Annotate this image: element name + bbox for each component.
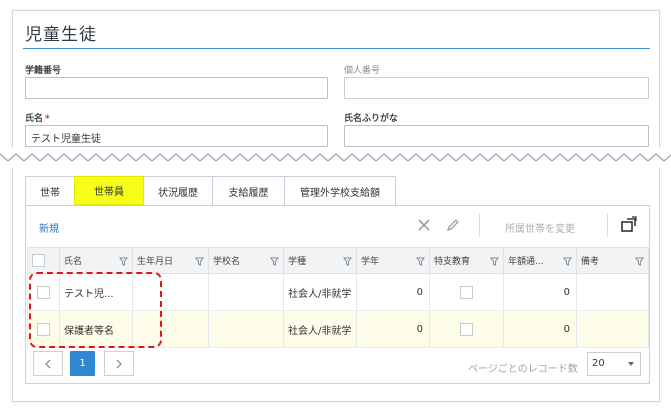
column-header-label: 学種 [288,257,307,267]
column-header-label: 特支教育 [434,257,471,267]
cell-type: 社会人/非就学 [283,310,357,348]
page-title: 児童生徒 [25,25,97,45]
row-checkbox[interactable] [37,285,50,299]
column-header[interactable]: 氏名 [59,247,133,274]
filter-icon[interactable] [119,257,128,266]
name-input[interactable]: テスト児童生徒 [25,125,328,147]
pencil-icon[interactable] [445,217,461,233]
column-header-label: 学年 [361,257,380,267]
records-per-page-label: ページごとのレコード数 [468,364,578,375]
kana-input[interactable] [344,125,649,147]
name-label: 氏名 * [25,111,50,124]
cell-note [576,310,649,348]
column-header[interactable]: 学年 [356,247,430,274]
student-no-input[interactable] [25,77,328,99]
filter-icon[interactable] [490,257,499,266]
row-select-cell [27,310,60,348]
tab-external-school-payment[interactable]: 管理外学校支給額 [284,176,396,205]
column-header[interactable]: 生年月日 [132,247,209,274]
column-header[interactable]: 年額通... [503,247,577,274]
cell-annual: 0 [503,310,577,348]
special-ed-checkbox [460,285,473,299]
cell-note [576,273,649,311]
column-header-label: 氏名 [64,257,83,267]
torn-edge-divider [0,148,671,168]
select-all-checkbox[interactable] [32,254,45,267]
tab-bar: 世帯 世帯員 状況履歴 支給履歴 管理外学校支給額 [25,176,396,205]
cell-school [208,310,284,348]
table-row[interactable]: 保護者等名 社会人/非就学 0 0 [27,310,649,348]
filter-icon[interactable] [343,257,352,266]
title-divider [23,48,650,49]
cell-birth [132,310,209,348]
filter-icon[interactable] [416,257,425,266]
cell-grade: 0 [356,310,430,348]
personal-no-input[interactable] [344,77,649,99]
table-header-row: 氏名 生年月日 学校名 学種 学年 特支教育 年額通... 備考 [27,247,649,274]
cell-special [429,310,504,348]
kana-label: 氏名ふりがな [344,114,399,124]
change-household-button[interactable]: 所属世帯を変更 [505,220,575,235]
filter-icon[interactable] [563,257,572,266]
select-all-cell [27,247,60,274]
cell-birth [132,273,209,311]
cell-annual: 0 [503,273,577,311]
row-checkbox[interactable] [37,322,50,336]
filter-icon[interactable] [635,257,644,266]
cell-type: 社会人/非就学 [283,273,357,311]
tab-household[interactable]: 世帯 [25,176,75,205]
column-header-label: 年額通... [508,257,544,267]
student-no-label: 学籍番号 [25,66,62,76]
cell-grade: 0 [356,273,430,311]
filter-icon[interactable] [270,257,279,266]
records-per-page-value: 20 [592,358,605,369]
prev-page-button[interactable] [33,351,63,376]
chevron-right-icon [116,359,122,368]
required-mark: * [45,114,50,124]
members-table: 氏名 生年月日 学校名 学種 学年 特支教育 年額通... 備考 テスト児...… [27,247,649,348]
cell-name: テスト児... [59,273,133,311]
special-ed-checkbox [460,322,473,336]
personal-no-label: 個人番号 [344,66,381,76]
column-header-label: 生年月日 [137,257,174,267]
column-header[interactable]: 学種 [283,247,357,274]
records-per-page-select[interactable]: 20 [587,352,641,376]
filter-icon[interactable] [195,257,204,266]
cell-school [208,273,284,311]
tab-status-history[interactable]: 状況履歴 [143,176,213,205]
tab-payment-history[interactable]: 支給履歴 [212,176,285,205]
close-icon[interactable] [416,217,432,233]
page-button-current[interactable]: 1 [70,351,95,376]
column-header[interactable]: 学校名 [208,247,284,274]
cell-special [429,273,504,311]
new-button[interactable]: 新規 [39,220,59,235]
name-label-text: 氏名 [25,114,44,124]
row-select-cell [27,273,60,311]
column-header-label: 備考 [581,257,600,267]
next-page-button[interactable] [104,351,134,376]
table-row[interactable]: テスト児... 社会人/非就学 0 0 [27,273,649,311]
tab-household-members[interactable]: 世帯員 [74,176,144,205]
cell-name: 保護者等名 [59,310,133,348]
column-header[interactable]: 備考 [576,247,649,274]
chevron-left-icon [45,359,51,368]
column-header[interactable]: 特支教育 [429,247,504,274]
toolbar-separator [479,213,480,237]
toolbar-separator [607,213,608,237]
chevron-down-icon [628,362,634,366]
export-icon[interactable] [620,215,638,233]
column-header-label: 学校名 [213,257,241,267]
